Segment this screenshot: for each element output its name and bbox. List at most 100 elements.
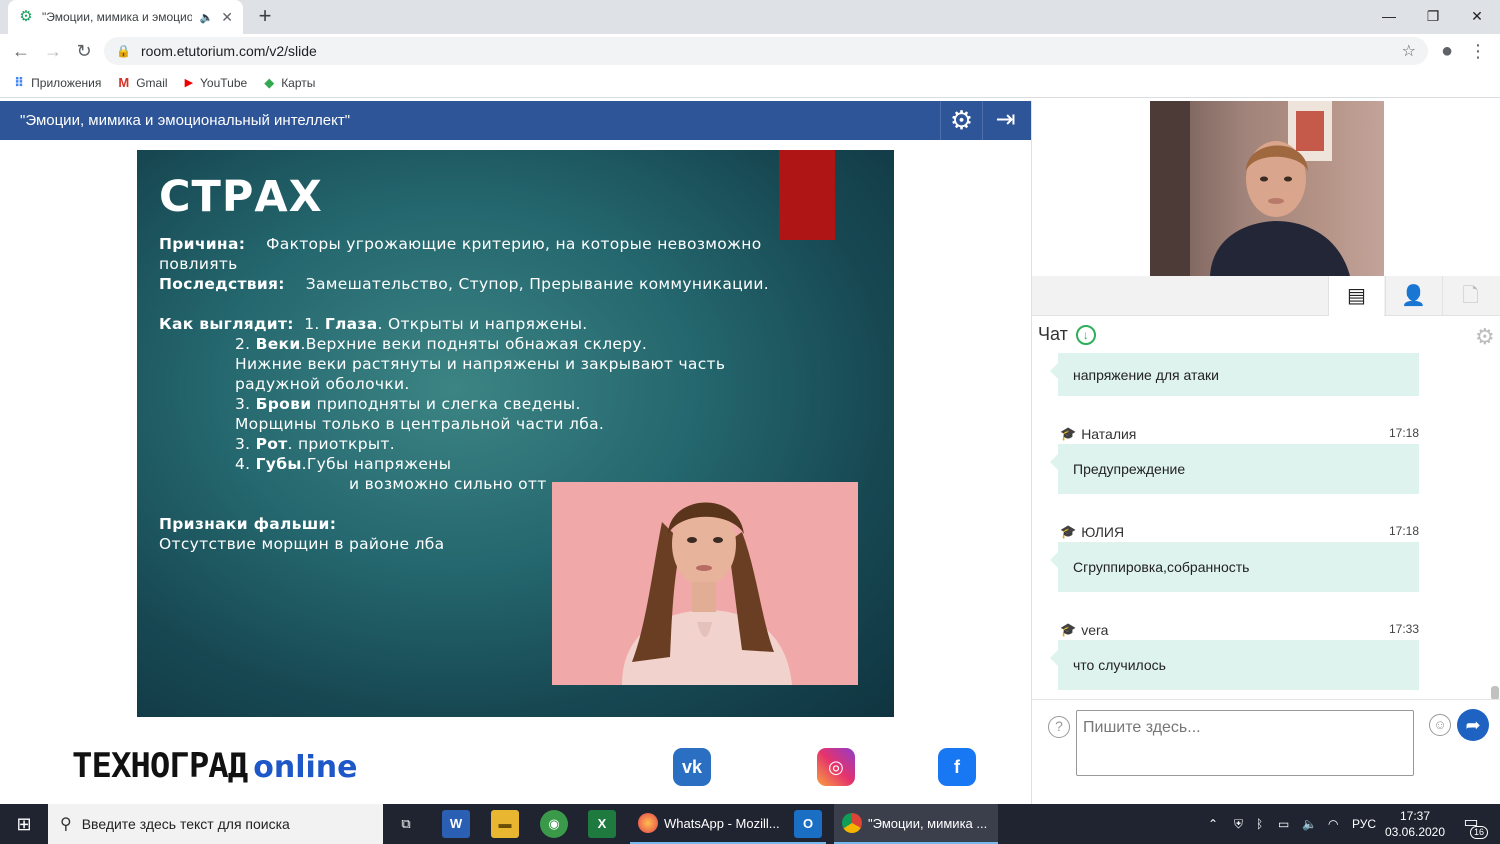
bookmark-maps[interactable]: ◆ Карты: [264, 75, 315, 91]
slide-fake-label: Признаки фальши:: [159, 515, 337, 533]
settings-gear-icon[interactable]: ⚙: [940, 101, 982, 140]
task-view-icon[interactable]: ⧉: [392, 810, 420, 838]
windows-start-icon[interactable]: ⊞: [0, 804, 48, 844]
presenter-video: [1150, 101, 1384, 276]
slide-looks-4: 3. Рот. приоткрыт.: [235, 435, 395, 453]
help-icon[interactable]: ?: [1048, 716, 1070, 738]
graduation-cap-icon: 🎓: [1060, 622, 1077, 637]
browser-tab-strip: ⚙ "Эмоции, мимика и эмоциональный интелл…: [0, 0, 1500, 34]
bookmark-star-icon[interactable]: ☆: [1402, 41, 1416, 61]
globe-app-icon[interactable]: ◉: [540, 810, 568, 838]
notifications-icon[interactable]: ▭ 16: [1458, 812, 1489, 839]
chat-message-header: 🎓 Наталия 17:18: [1060, 426, 1419, 442]
language-indicator[interactable]: РУС: [1352, 804, 1376, 844]
taskbar-clock[interactable]: 17:37 03.06.2020: [1382, 808, 1448, 840]
taskbar-search[interactable]: ⚲ Введите здесь текст для поиска: [48, 804, 383, 844]
chat-message: что случилось: [1050, 640, 1419, 690]
chat-title: Чат: [1038, 324, 1068, 344]
chat-message: напряжение для атаки: [1050, 353, 1419, 396]
excel-icon[interactable]: X: [588, 810, 616, 838]
youtube-icon: ▶: [184, 77, 194, 89]
gmail-icon: M: [118, 75, 130, 90]
graduation-cap-icon: 🎓: [1060, 426, 1077, 441]
search-icon: ⚲: [60, 816, 72, 833]
instagram-icon[interactable]: ◎: [817, 748, 855, 786]
download-chat-icon[interactable]: ↓: [1075, 324, 1096, 345]
outlook-icon[interactable]: O: [794, 810, 822, 838]
profile-icon[interactable]: ●: [1435, 39, 1459, 63]
maps-icon: ◆: [264, 74, 275, 90]
presenter-video-illustration: [1150, 101, 1350, 276]
back-button[interactable]: ←: [9, 39, 33, 63]
chat-message: Сгруппировка,собранность: [1050, 542, 1419, 592]
presentation-slide: СТРАХ Причина: Факторы угрожающие критер…: [137, 150, 894, 717]
woman-photo: [552, 482, 858, 685]
graduation-cap-icon: 🎓: [1060, 524, 1077, 539]
chat-tab-icon[interactable]: ▤: [1328, 276, 1384, 316]
bookmark-gmail[interactable]: M Gmail: [118, 75, 167, 90]
word-icon[interactable]: W: [442, 810, 470, 838]
emoji-icon[interactable]: ☺: [1429, 714, 1451, 736]
chat-messages[interactable]: напряжение для атаки 🎓 Наталия 17:18 Преду…: [1032, 353, 1500, 698]
chat-composer: ? Пишите здесь... ☺ ➦: [1032, 699, 1500, 804]
url-text: room.etutorium.com/v2/slide: [140, 43, 317, 59]
battery-icon[interactable]: ▭: [1278, 804, 1289, 844]
minimize-button[interactable]: —: [1366, 4, 1412, 28]
close-window-button[interactable]: ✕: [1454, 4, 1500, 28]
slide-looks-3b: Морщины только в центральной части лба.: [235, 415, 605, 433]
slide-red-accent: [779, 150, 835, 240]
forward-button[interactable]: →: [41, 39, 65, 63]
wifi-icon[interactable]: ◠: [1328, 804, 1338, 844]
file-explorer-icon[interactable]: ▬: [491, 810, 519, 838]
defender-icon[interactable]: ⛨: [1234, 804, 1243, 844]
slide-cause-cont: повлиять: [159, 255, 238, 273]
tab-audio-icon[interactable]: 🔈: [200, 11, 214, 24]
woman-photo-illustration: [622, 502, 792, 685]
browser-tab-active[interactable]: ⚙ "Эмоции, мимика и эмоциональный интелл…: [8, 0, 243, 34]
slide-looks-2: 2. Веки.Верхние веки подняты обнажая скл…: [235, 335, 648, 353]
slide-looks-2c: радужной оболочки.: [235, 375, 410, 393]
windows-taskbar: ⊞ ⚲ Введите здесь текст для поиска ⧉ W ▬ …: [0, 804, 1500, 844]
right-panel: ▤ 👤 🗋 Чат ↓ ⚙ напряжение для атаки 🎓 Ната…: [1031, 101, 1500, 804]
bookmark-apps[interactable]: ⠿ Приложения: [14, 75, 101, 91]
bluetooth-icon[interactable]: ᛒ: [1256, 804, 1263, 844]
bookmark-youtube[interactable]: ▶ YouTube: [185, 76, 248, 90]
slide-looks-3: 3. Брови приподняты и слегка сведены.: [235, 395, 581, 413]
slide-fake-text: Отсутствие морщин в районе лба: [159, 535, 445, 553]
slide-effects: Последствия: Замешательство, Ступор, Пре…: [159, 275, 769, 293]
tab-title: "Эмоции, мимика и эмоциональный интеллек…: [42, 10, 192, 24]
tab-close-icon[interactable]: ✕: [221, 9, 233, 26]
chat-settings-gear-icon[interactable]: ⚙: [1475, 324, 1495, 350]
chat-input[interactable]: Пишите здесь...: [1076, 710, 1414, 776]
bookmarks-bar: ⠿ Приложения M Gmail ▶ YouTube ◆ Карты: [0, 68, 1500, 98]
slide-looks-5b: и возможно сильно отт: [349, 475, 547, 493]
etutorium-favicon-icon: ⚙: [19, 8, 33, 25]
maximize-button[interactable]: ❐: [1410, 4, 1456, 28]
chat-message-header: 🎓 vera 17:33: [1060, 622, 1419, 638]
vk-icon[interactable]: vk: [673, 748, 711, 786]
send-icon[interactable]: ➦: [1457, 709, 1489, 741]
chat-message: Предупреждение: [1050, 444, 1419, 494]
files-tab-icon[interactable]: 🗋: [1442, 276, 1498, 316]
chat-message-header: 🎓 ЮЛИЯ 17:18: [1060, 524, 1419, 540]
slide-looks-2b: Нижние веки растянуты и напряжены и закр…: [235, 355, 726, 373]
exit-icon[interactable]: ⇥: [982, 101, 1028, 140]
chrome-icon: [842, 813, 862, 833]
volume-icon[interactable]: 🔈: [1302, 804, 1317, 844]
chat-scrollbar[interactable]: [1491, 686, 1499, 700]
panel-tabs: ▤ 👤 🗋: [1032, 276, 1500, 316]
menu-kebab-icon[interactable]: ⋮: [1466, 39, 1490, 63]
webinar-header: "Эмоции, мимика и эмоциональный интеллек…: [0, 101, 1031, 140]
reload-button[interactable]: ↻: [72, 39, 96, 63]
taskbar-chrome-active[interactable]: "Эмоции, мимика ...: [834, 804, 998, 844]
webinar-title: "Эмоции, мимика и эмоциональный интеллек…: [20, 112, 351, 129]
technograd-logo: ТЕХНОГРАД online: [72, 746, 358, 786]
new-tab-button[interactable]: +: [252, 4, 278, 30]
facebook-icon[interactable]: f: [938, 748, 976, 786]
tray-chevron-icon[interactable]: ⌃: [1208, 804, 1218, 844]
lock-icon: 🔒: [116, 44, 131, 58]
participants-tab-icon[interactable]: 👤: [1385, 276, 1441, 316]
slide-looks-5: 4. Губы.Губы напряжены: [235, 455, 452, 473]
slide-heading: СТРАХ: [159, 172, 323, 222]
address-bar[interactable]: 🔒 room.etutorium.com/v2/slide ☆: [104, 37, 1428, 65]
